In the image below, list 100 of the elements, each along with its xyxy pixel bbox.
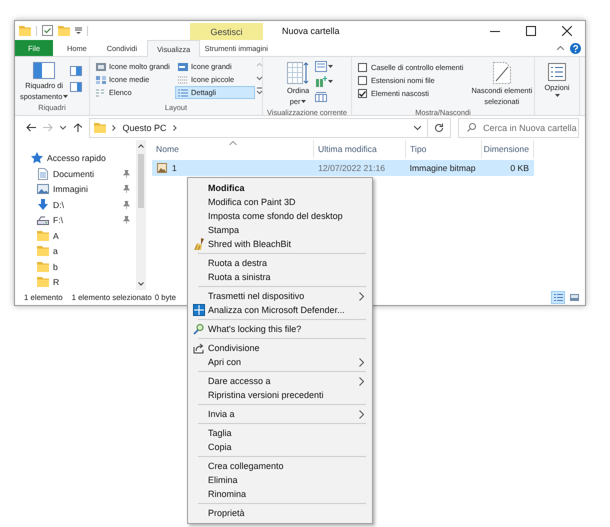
- image-file-icon: [157, 162, 167, 173]
- folder-icon: [37, 260, 49, 273]
- up-icon[interactable]: [72, 123, 82, 132]
- menu-item[interactable]: Elimina: [188, 473, 372, 487]
- customize-toolbar-icon[interactable]: [75, 27, 82, 34]
- menu-item[interactable]: Stampa: [188, 223, 372, 237]
- view-icon: [178, 88, 188, 97]
- large-icons-view-icon: [568, 292, 580, 302]
- picture-icon: [37, 183, 49, 196]
- details-pane-icon[interactable]: [70, 82, 82, 92]
- download-icon: [37, 198, 49, 211]
- menu-item[interactable]: Modifica: [188, 181, 372, 195]
- sort-grid-icon: [287, 62, 310, 84]
- caret-icon: [301, 100, 306, 104]
- menu-item[interactable]: What's locking this file?: [188, 322, 372, 336]
- menu-item[interactable]: Analizza con Microsoft Defender...: [188, 303, 372, 317]
- document-icon: [37, 168, 49, 180]
- view-icon: [178, 62, 188, 71]
- view-icon: [178, 76, 188, 84]
- pin-icon: [123, 216, 130, 224]
- view-toggle-button[interactable]: [551, 290, 565, 304]
- properties-icon[interactable]: [42, 25, 53, 36]
- address-field[interactable]: Questo PC: [89, 118, 428, 138]
- menu-item[interactable]: Copia: [188, 440, 372, 454]
- menu-item[interactable]: Imposta come sfondo del desktop: [188, 209, 372, 223]
- nav-item[interactable]: R: [15, 274, 136, 290]
- menu-item[interactable]: Ruota a destra: [188, 256, 372, 270]
- view-icon: [96, 88, 106, 97]
- file-cell: Immagine bitmap: [410, 162, 476, 173]
- nav-item[interactable]: a: [15, 244, 136, 260]
- menu-item[interactable]: Shred with BleachBit: [188, 237, 372, 251]
- sort-ascending-icon: [228, 140, 236, 145]
- folder-icon: [94, 122, 106, 134]
- check-icon: [359, 90, 366, 97]
- nav-item[interactable]: b: [15, 259, 136, 275]
- close-icon: [562, 26, 572, 36]
- checkbox[interactable]: [358, 63, 367, 72]
- navigation-pane-icon: [33, 62, 56, 80]
- menu-item[interactable]: Apri con: [188, 355, 372, 369]
- menu-item[interactable]: Ripristina versioni precedenti: [188, 388, 372, 402]
- dropdown-icon[interactable]: [414, 126, 422, 130]
- context-tab-label: Gestisci: [190, 23, 263, 40]
- details-view-icon: [552, 292, 564, 302]
- recent-locations-icon[interactable]: [60, 126, 66, 130]
- menu-item[interactable]: Rinomina: [188, 487, 372, 501]
- column-header[interactable]: Ultima modifica: [314, 140, 406, 158]
- chevron-icon: [112, 124, 116, 131]
- add-columns-icon[interactable]: [315, 76, 328, 88]
- drive-icon: [37, 214, 49, 226]
- breadcrumb[interactable]: Questo PC: [122, 122, 167, 133]
- menu-item[interactable]: Dare accesso a: [188, 374, 372, 388]
- preview-pane-icon[interactable]: [70, 66, 82, 76]
- broom-icon: [193, 238, 205, 250]
- group-by-icon[interactable]: [315, 61, 328, 72]
- nav-item[interactable]: A: [15, 228, 136, 244]
- nav-item[interactable]: D:\: [15, 197, 136, 213]
- shield-icon: [193, 304, 205, 316]
- menu-item[interactable]: Taglia: [188, 426, 372, 440]
- refresh-icon: [434, 122, 444, 133]
- view-icon: [96, 76, 106, 84]
- hide-selected-icon: [492, 62, 511, 84]
- checkbox[interactable]: [358, 89, 367, 98]
- pin-icon: [123, 170, 130, 178]
- caret-icon: [63, 95, 68, 98]
- nav-item[interactable]: Accesso rapido: [15, 150, 136, 166]
- column-header[interactable]: Tipo: [406, 140, 482, 158]
- star-icon: [31, 152, 43, 164]
- back-icon[interactable]: [26, 123, 36, 132]
- file-cell: 1: [172, 162, 177, 173]
- scrollbar-drawing[interactable]: [136, 140, 146, 290]
- file-row[interactable]: 1 12/07/2022 21:16 Immagine bitmap 0 KB: [152, 160, 534, 176]
- menu-item[interactable]: Proprietà: [188, 506, 372, 520]
- search-field[interactable]: Cerca in Nuova cartella: [458, 118, 579, 138]
- nav-item[interactable]: F:\: [15, 212, 136, 228]
- caret-icon: [328, 80, 334, 84]
- caret-icon: [554, 94, 560, 98]
- help-icon[interactable]: [570, 42, 581, 54]
- refresh-button[interactable]: [428, 118, 452, 138]
- menu-item[interactable]: Modifica con Paint 3D: [188, 195, 372, 209]
- nav-item[interactable]: Documenti: [15, 166, 136, 182]
- view-icon: [96, 62, 106, 71]
- folder-icon: [37, 245, 49, 258]
- menu-item[interactable]: Crea collegamento: [188, 459, 372, 473]
- column-header[interactable]: Dimensione: [482, 140, 534, 158]
- caret-icon: [328, 65, 334, 68]
- size-columns-icon[interactable]: [315, 91, 328, 102]
- collapse-ribbon-icon[interactable]: [557, 46, 564, 50]
- column-header[interactable]: Nome: [152, 140, 314, 158]
- nav-item[interactable]: Immagini: [15, 182, 136, 198]
- menu-item[interactable]: Ruota a sinistra: [188, 270, 372, 284]
- magnifier-key-icon: [193, 323, 205, 335]
- pin-icon: [123, 200, 130, 209]
- checkbox[interactable]: [358, 76, 367, 86]
- menu-item[interactable]: Trasmetti nel dispositivo: [188, 289, 372, 303]
- menu-item[interactable]: Invia a: [188, 407, 372, 421]
- menu-item[interactable]: Condivisione: [188, 341, 372, 355]
- file-cell: 0 KB: [510, 162, 529, 173]
- search-icon: [467, 123, 476, 132]
- pin-icon: [123, 185, 130, 194]
- window-title: Nuova cartella: [282, 24, 340, 38]
